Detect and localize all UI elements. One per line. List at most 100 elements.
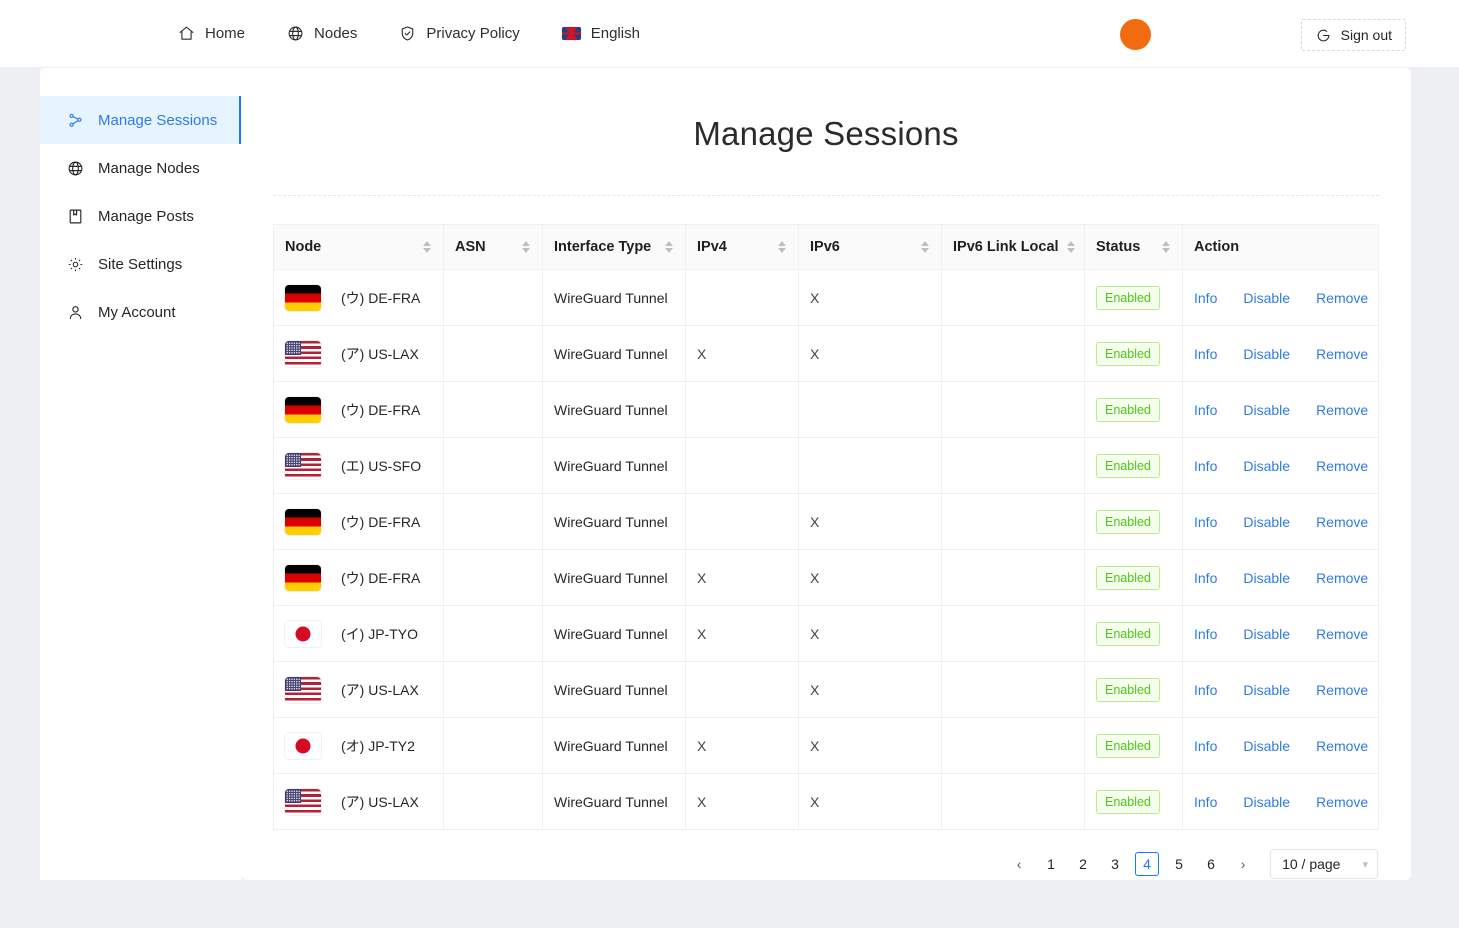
remove-link[interactable]: Remove <box>1303 794 1381 810</box>
nav-item-nodes[interactable]: Nodes <box>287 25 357 42</box>
cell-ipv4: X <box>685 325 799 382</box>
disable-link[interactable]: Disable <box>1230 682 1303 698</box>
pagination-page-3[interactable]: 3 <box>1103 852 1128 876</box>
cell-text: WireGuard Tunnel <box>554 625 668 642</box>
info-link[interactable]: Info <box>1194 570 1230 586</box>
pagination-prev[interactable]: ‹ <box>1007 852 1032 876</box>
sort-icon[interactable] <box>778 241 786 253</box>
nav-item-privacy-policy[interactable]: Privacy Policy <box>399 25 520 42</box>
column-header-ipv6-link-local-label: IPv6 Link Local <box>953 239 1059 255</box>
column-header-ipv4[interactable]: IPv4 <box>685 224 799 270</box>
sidebar-item-site-settings[interactable]: Site Settings <box>40 240 241 288</box>
remove-link[interactable]: Remove <box>1303 458 1381 474</box>
page-title: Manage Sessions <box>693 115 959 152</box>
sidebar-item-my-account[interactable]: My Account <box>40 288 241 336</box>
cell-node: (ア) US-LAX <box>273 325 444 382</box>
pagination-page-2[interactable]: 2 <box>1071 852 1096 876</box>
info-link[interactable]: Info <box>1194 458 1230 474</box>
sort-icon[interactable] <box>1162 241 1170 253</box>
sort-icon[interactable] <box>1066 241 1075 253</box>
sidebar-item-manage-nodes[interactable]: Manage Nodes <box>40 144 241 192</box>
book-icon <box>67 208 84 225</box>
cell-ipv6: X <box>798 605 942 662</box>
info-link[interactable]: Info <box>1194 290 1230 306</box>
node-name: (エ) US-SFO <box>341 457 422 474</box>
sort-icon[interactable] <box>665 241 673 253</box>
remove-link[interactable]: Remove <box>1303 570 1381 586</box>
remove-link[interactable]: Remove <box>1303 402 1381 418</box>
remove-link[interactable]: Remove <box>1303 514 1381 530</box>
page-size-select[interactable]: 10 / page ▾ <box>1270 849 1378 879</box>
column-header-status[interactable]: Status <box>1084 224 1183 270</box>
sort-icon[interactable] <box>921 241 929 253</box>
remove-link[interactable]: Remove <box>1303 346 1381 362</box>
node-name: (イ) JP-TYO <box>341 625 418 642</box>
cell-interface-type: WireGuard Tunnel <box>542 437 686 494</box>
info-link[interactable]: Info <box>1194 346 1230 362</box>
cell-ipv6-link-local <box>941 773 1085 830</box>
x-mark: X <box>810 345 820 362</box>
sidebar-item-manage-sessions[interactable]: Manage Sessions <box>40 96 242 144</box>
remove-link[interactable]: Remove <box>1303 290 1381 306</box>
pagination-page-4[interactable]: 4 <box>1135 852 1160 876</box>
disable-link[interactable]: Disable <box>1230 626 1303 642</box>
info-link[interactable]: Info <box>1194 682 1230 698</box>
x-mark: X <box>810 625 820 642</box>
column-header-interface-type[interactable]: Interface Type <box>542 224 686 270</box>
status-badge: Enabled <box>1096 677 1160 702</box>
disable-link[interactable]: Disable <box>1230 570 1303 586</box>
remove-link[interactable]: Remove <box>1303 626 1381 642</box>
column-header-node[interactable]: Node <box>273 224 444 270</box>
x-mark: X <box>810 737 820 754</box>
home-icon <box>178 25 195 42</box>
column-header-asn[interactable]: ASN <box>443 224 543 270</box>
info-link[interactable]: Info <box>1194 514 1230 530</box>
cell-node: (ウ) DE-FRA <box>273 549 444 606</box>
disable-link[interactable]: Disable <box>1230 738 1303 754</box>
pagination-next[interactable]: › <box>1231 852 1256 876</box>
status-badge: Enabled <box>1096 789 1160 814</box>
cell-asn <box>443 661 543 718</box>
column-header-ipv6-link-local[interactable]: IPv6 Link Local <box>941 224 1085 270</box>
info-link[interactable]: Info <box>1194 738 1230 754</box>
sort-icon[interactable] <box>423 241 431 253</box>
node-name: (ア) US-LAX <box>341 793 419 810</box>
node-name: (ウ) DE-FRA <box>341 513 421 530</box>
de-flag-icon <box>285 508 321 535</box>
pagination-page-6[interactable]: 6 <box>1199 852 1224 876</box>
status-badge: Enabled <box>1096 621 1160 646</box>
cell-ipv4: X <box>685 773 799 830</box>
cell-status: Enabled <box>1084 605 1183 662</box>
cell-ipv6 <box>798 381 942 438</box>
info-link[interactable]: Info <box>1194 626 1230 642</box>
pagination-page-5[interactable]: 5 <box>1167 852 1192 876</box>
avatar[interactable] <box>1120 19 1151 50</box>
info-link[interactable]: Info <box>1194 402 1230 418</box>
column-header-ipv6[interactable]: IPv6 <box>798 224 942 270</box>
pagination-page-1[interactable]: 1 <box>1039 852 1064 876</box>
info-link[interactable]: Info <box>1194 794 1230 810</box>
disable-link[interactable]: Disable <box>1230 514 1303 530</box>
table-row: (ア) US-LAX WireGuard Tunnel X X Enabled Info D… <box>273 773 1381 830</box>
cell-ipv6: X <box>798 773 942 830</box>
disable-link[interactable]: Disable <box>1230 794 1303 810</box>
column-header-action-label: Action <box>1194 239 1240 255</box>
nav-item-home[interactable]: Home <box>178 25 245 42</box>
cell-ipv4 <box>685 493 799 550</box>
x-mark: X <box>697 793 707 810</box>
cell-text: WireGuard Tunnel <box>554 681 668 698</box>
nav-item-language[interactable]: English <box>561 26 640 41</box>
cell-text: WireGuard Tunnel <box>554 345 668 362</box>
sidebar-item-manage-nodes-label: Manage Nodes <box>98 159 200 177</box>
disable-link[interactable]: Disable <box>1230 290 1303 306</box>
table-header-row: Node ASN Interface Type IPv4 IPv6 IPv6 L… <box>273 224 1379 270</box>
sidebar-item-manage-posts[interactable]: Manage Posts <box>40 192 241 240</box>
sidebar: Manage Sessions Manage Nodes Manage Post… <box>40 68 242 880</box>
sign-out-button[interactable]: Sign out <box>1300 19 1406 51</box>
remove-link[interactable]: Remove <box>1303 738 1381 754</box>
sort-icon[interactable] <box>522 241 530 253</box>
disable-link[interactable]: Disable <box>1230 402 1303 418</box>
disable-link[interactable]: Disable <box>1230 458 1303 474</box>
remove-link[interactable]: Remove <box>1303 682 1381 698</box>
disable-link[interactable]: Disable <box>1230 346 1303 362</box>
